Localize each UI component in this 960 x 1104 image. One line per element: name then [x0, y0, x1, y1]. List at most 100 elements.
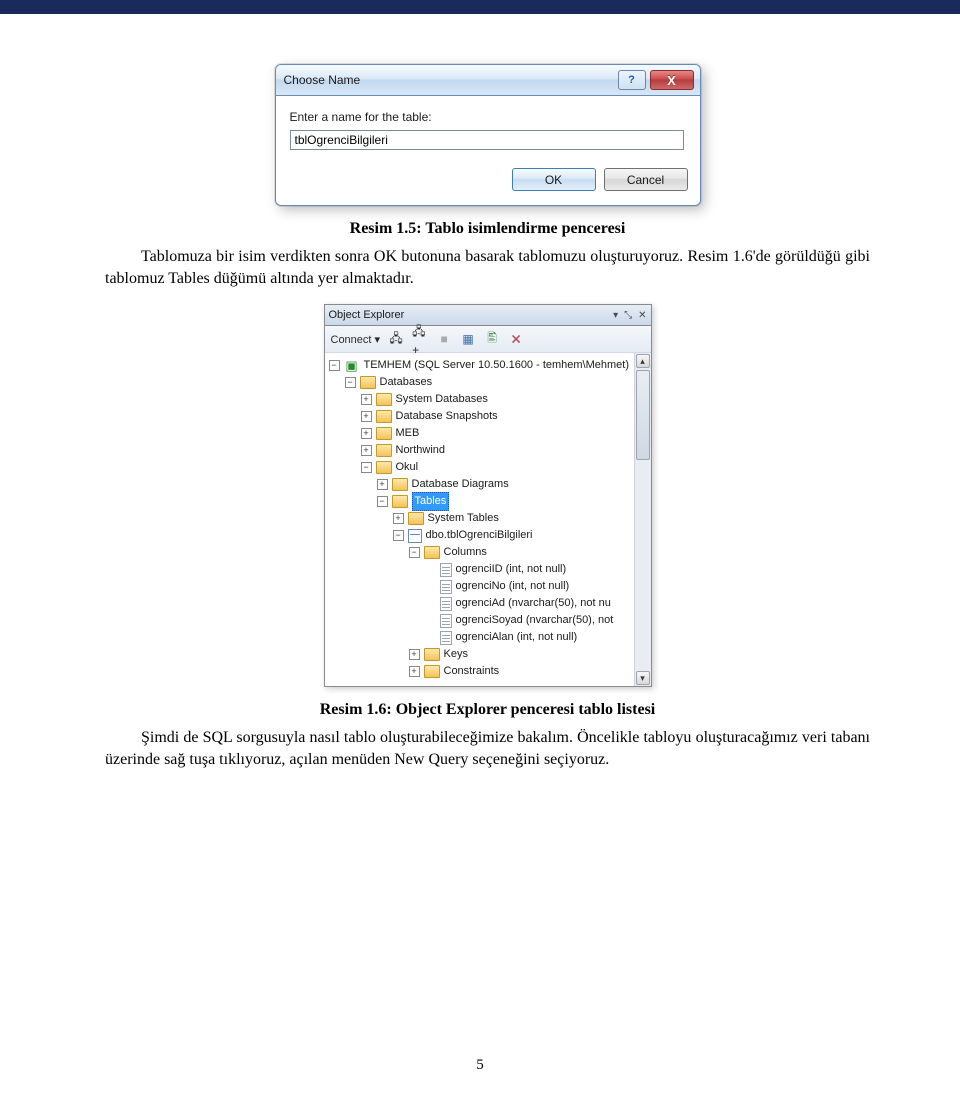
spacer	[425, 632, 436, 643]
tree-node[interactable]: ogrenciAlan (int, not null)	[325, 629, 634, 646]
pin-icon[interactable]: ⤡	[624, 310, 632, 321]
page-number: 5	[0, 1057, 960, 1074]
tree-node[interactable]: − Columns	[325, 544, 634, 561]
spacer	[425, 564, 436, 575]
collapse-icon[interactable]: −	[345, 377, 356, 388]
tree-node[interactable]: + Database Diagrams	[325, 476, 634, 493]
dropdown-icon[interactable]: ▾	[613, 310, 618, 321]
dialog-titlebar[interactable]: Choose Name ? X	[276, 65, 700, 96]
folder-icon	[424, 665, 440, 678]
tree-node[interactable]: ogrenciNo (int, not null)	[325, 578, 634, 595]
spacer	[425, 598, 436, 609]
choose-name-dialog: Choose Name ? X Enter a name for the tab…	[275, 64, 701, 206]
dialog-title: Choose Name	[282, 73, 614, 87]
object-explorer-toolbar: Connect ▾ 🖧 🖧+ ■ ▦ 🖺 🗙	[325, 326, 651, 353]
tree-node[interactable]: − Okul	[325, 459, 634, 476]
tree-node-label[interactable]: Databases	[380, 374, 433, 391]
tree-node[interactable]: + Northwind	[325, 442, 634, 459]
tree-node-label[interactable]: ogrenciNo (int, not null)	[456, 578, 570, 595]
tree-node[interactable]: ogrenciID (int, not null)	[325, 561, 634, 578]
cancel-button[interactable]: Cancel	[604, 168, 688, 191]
tree-node[interactable]: − dbo.tblOgrenciBilgileri	[325, 527, 634, 544]
collapse-icon[interactable]: −	[361, 462, 372, 473]
tree-node[interactable]: ogrenciSoyad (nvarchar(50), not	[325, 612, 634, 629]
tree-node-label[interactable]: ogrenciAd (nvarchar(50), not nu	[456, 595, 611, 612]
tree-node[interactable]: + System Tables	[325, 510, 634, 527]
tree-node-label[interactable]: System Tables	[428, 510, 499, 527]
toolbar-icon-refresh[interactable]: 🖺	[484, 331, 500, 347]
folder-icon	[360, 376, 376, 389]
expand-icon[interactable]: +	[361, 411, 372, 422]
tree-node-label[interactable]: Okul	[396, 459, 419, 476]
toolbar-icon-connect-new[interactable]: 🖧+	[412, 331, 428, 347]
scroll-thumb[interactable]	[636, 370, 650, 460]
folder-icon	[376, 461, 392, 474]
tree-node-label[interactable]: Database Snapshots	[396, 408, 498, 425]
scroll-up-arrow[interactable]: ▴	[636, 354, 650, 368]
toolbar-icon-disconnect[interactable]: 🗙	[508, 331, 524, 347]
col-icon	[440, 614, 452, 628]
tree-node-label[interactable]: Database Diagrams	[412, 476, 509, 493]
expand-icon[interactable]: +	[409, 649, 420, 660]
ok-button[interactable]: OK	[512, 168, 596, 191]
tree-node[interactable]: − Tables	[325, 493, 634, 510]
paragraph-1: Tablomuza bir isim verdikten sonra OK bu…	[105, 246, 870, 290]
scroll-down-arrow[interactable]: ▾	[636, 671, 650, 685]
toolbar-icon-filter[interactable]: ▦	[460, 331, 476, 347]
folder-icon	[408, 512, 424, 525]
tree-node[interactable]: −▣ TEMHEM (SQL Server 10.50.1600 - temhem…	[325, 357, 634, 374]
vertical-scrollbar[interactable]: ▴ ▾	[634, 353, 651, 686]
object-explorer-titlebar[interactable]: Object Explorer ▾ ⤡ ✕	[325, 305, 651, 326]
toolbar-icon-connect[interactable]: 🖧	[388, 331, 404, 347]
tree-node[interactable]: + Database Snapshots	[325, 408, 634, 425]
tree-node-label[interactable]: ogrenciAlan (int, not null)	[456, 629, 578, 646]
tree-node-label[interactable]: Northwind	[396, 442, 446, 459]
tree-node-label[interactable]: MEB	[396, 425, 420, 442]
table-name-input[interactable]	[290, 130, 684, 150]
tree-node-label[interactable]: Columns	[444, 544, 487, 561]
tree-node[interactable]: + System Databases	[325, 391, 634, 408]
tree-node-label[interactable]: ogrenciSoyad (nvarchar(50), not	[456, 612, 614, 629]
close-icon[interactable]: ✕	[638, 310, 646, 321]
folder-icon	[376, 393, 392, 406]
table-icon	[408, 529, 422, 543]
tree-node-label[interactable]: TEMHEM (SQL Server 10.50.1600 - temhem\M…	[364, 357, 630, 374]
folder-icon	[376, 410, 392, 423]
expand-icon[interactable]: +	[393, 513, 404, 524]
tree-node-label[interactable]: Keys	[444, 646, 468, 663]
object-explorer-tree[interactable]: −▣TEMHEM (SQL Server 10.50.1600 - temhem…	[325, 353, 634, 686]
tree-node[interactable]: + Keys	[325, 646, 634, 663]
help-button[interactable]: ?	[618, 70, 646, 90]
tree-node-label[interactable]: ogrenciID (int, not null)	[456, 561, 567, 578]
tree-node[interactable]: ogrenciAd (nvarchar(50), not nu	[325, 595, 634, 612]
connect-menu[interactable]: Connect ▾	[331, 333, 381, 346]
expand-icon[interactable]: +	[361, 428, 372, 439]
collapse-icon[interactable]: −	[393, 530, 404, 541]
tree-node[interactable]: + Constraints	[325, 663, 634, 680]
tree-node[interactable]: + MEB	[325, 425, 634, 442]
close-button[interactable]: X	[650, 70, 694, 90]
col-icon	[440, 563, 452, 577]
expand-icon[interactable]: +	[377, 479, 388, 490]
collapse-icon[interactable]: −	[329, 360, 340, 371]
tree-node-label[interactable]: dbo.tblOgrenciBilgileri	[426, 527, 533, 544]
tree-node-label[interactable]: Constraints	[444, 663, 500, 680]
collapse-icon[interactable]: −	[377, 496, 388, 507]
toolbar-icon-stop: ■	[436, 331, 452, 347]
folder-icon	[376, 427, 392, 440]
paragraph-2: Şimdi de SQL sorgusuyla nasıl tablo oluş…	[105, 727, 870, 771]
tree-node[interactable]: − Databases	[325, 374, 634, 391]
expand-icon[interactable]: +	[361, 394, 372, 405]
collapse-icon[interactable]: −	[409, 547, 420, 558]
object-explorer-panel: Object Explorer ▾ ⤡ ✕ Connect ▾ 🖧 🖧+ ■ ▦…	[324, 304, 652, 687]
server-icon: ▣	[344, 359, 360, 373]
figure-caption-1-6: Resim 1.6: Object Explorer penceresi tab…	[105, 701, 870, 719]
expand-icon[interactable]: +	[409, 666, 420, 677]
expand-icon[interactable]: +	[361, 445, 372, 456]
figure-caption-1-5: Resim 1.5: Tablo isimlendirme penceresi	[105, 220, 870, 238]
tree-node-label[interactable]: System Databases	[396, 391, 488, 408]
spacer	[425, 581, 436, 592]
object-explorer-title: Object Explorer	[329, 309, 614, 321]
tree-node-label[interactable]: Tables	[412, 492, 450, 511]
dialog-label: Enter a name for the table:	[290, 110, 686, 124]
